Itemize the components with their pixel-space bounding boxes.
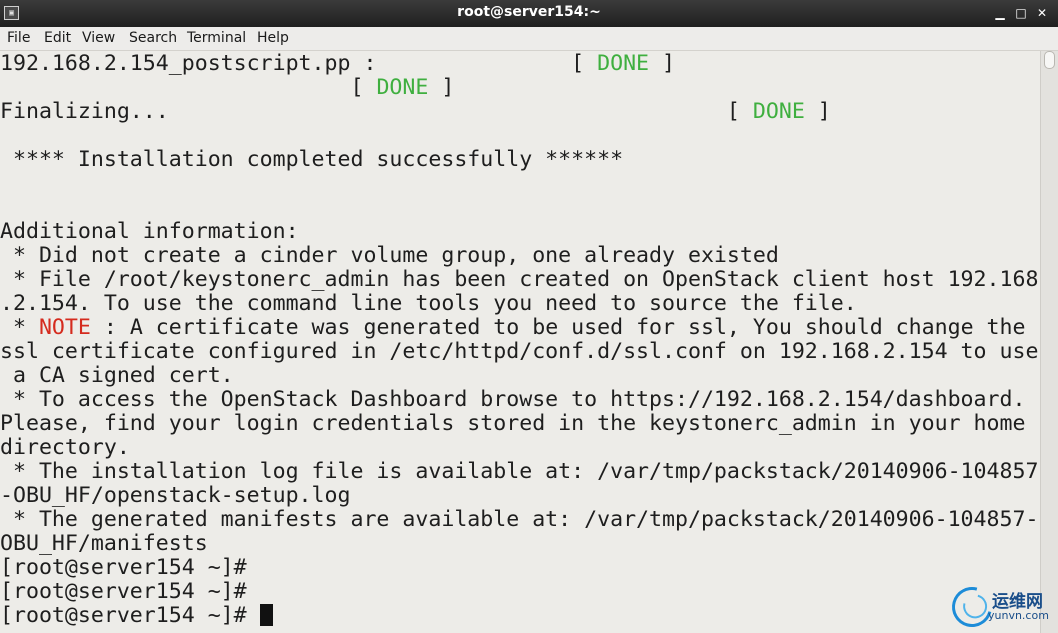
output-line: * Did not create a cinder volume group, … <box>0 243 779 268</box>
minimize-icon[interactable]: ▁ <box>990 3 1010 23</box>
done-status: DONE <box>597 51 650 76</box>
output-line: Please, find your login credentials stor… <box>0 411 1026 436</box>
menu-view[interactable]: View <box>82 30 115 46</box>
shell-prompt: [root@server154 ~]# <box>0 555 247 580</box>
menu-bar: File Edit View Search Terminal Help <box>0 27 1058 51</box>
output-line: * The installation log file is available… <box>0 459 1039 484</box>
menu-help[interactable]: Help <box>257 30 289 46</box>
output-line: * File /root/keystonerc_admin has been c… <box>0 267 1039 292</box>
output-line: -OBU_HF/openstack-setup.log <box>0 483 351 508</box>
output-line: ssl certificate configured in /etc/httpd… <box>0 339 1039 364</box>
output-line-completed: **** Installation completed successfully… <box>0 147 624 172</box>
text-cursor <box>259 604 273 626</box>
note-label: NOTE <box>38 315 91 340</box>
menu-file[interactable]: File <box>7 30 30 46</box>
title-bar[interactable]: ▣ root@server154:~ ▁ □ ✕ <box>0 0 1058 27</box>
output-line-postscript: 192.168.2.154_postscript.pp : [ DONE ] <box>0 51 676 76</box>
output-line: directory. <box>0 435 130 460</box>
menu-terminal[interactable]: Terminal <box>187 30 246 46</box>
output-line-note: * NOTE : A certificate was generated to … <box>0 315 1026 340</box>
terminal-output[interactable]: 192.168.2.154_postscript.pp : [ DONE ] [… <box>0 51 1040 633</box>
menu-edit[interactable]: Edit <box>44 30 71 46</box>
shell-prompt: [root@server154 ~]# <box>0 579 247 604</box>
output-line: * The generated manifests are available … <box>0 507 1039 532</box>
maximize-icon[interactable]: □ <box>1011 3 1031 23</box>
watermark-logo: 运维网 yunvn.com <box>944 579 1056 633</box>
menu-search[interactable]: Search <box>129 30 177 46</box>
scrollbar-thumb[interactable] <box>1044 51 1055 69</box>
shell-prompt-active[interactable]: [root@server154 ~]# <box>0 604 273 628</box>
output-line: Additional information: <box>0 219 299 244</box>
done-status: DONE <box>376 75 429 100</box>
window-title: root@server154:~ <box>457 4 601 20</box>
vertical-scrollbar[interactable] <box>1040 51 1058 633</box>
output-line: * To access the OpenStack Dashboard brow… <box>0 387 1026 412</box>
output-line: a CA signed cert. <box>0 363 234 388</box>
close-icon[interactable]: ✕ <box>1032 3 1052 23</box>
terminal-window: ▣ root@server154:~ ▁ □ ✕ File Edit View … <box>0 0 1058 633</box>
done-status: DONE <box>752 99 805 124</box>
output-line: .2.154. To use the command line tools yo… <box>0 291 857 316</box>
output-line-finalizing: Finalizing... [ DONE ] <box>0 99 831 124</box>
output-line-done: [ DONE ] <box>0 75 455 100</box>
output-line: OBU_HF/manifests <box>0 531 208 556</box>
watermark-text-en: yunvn.com <box>988 609 1049 622</box>
